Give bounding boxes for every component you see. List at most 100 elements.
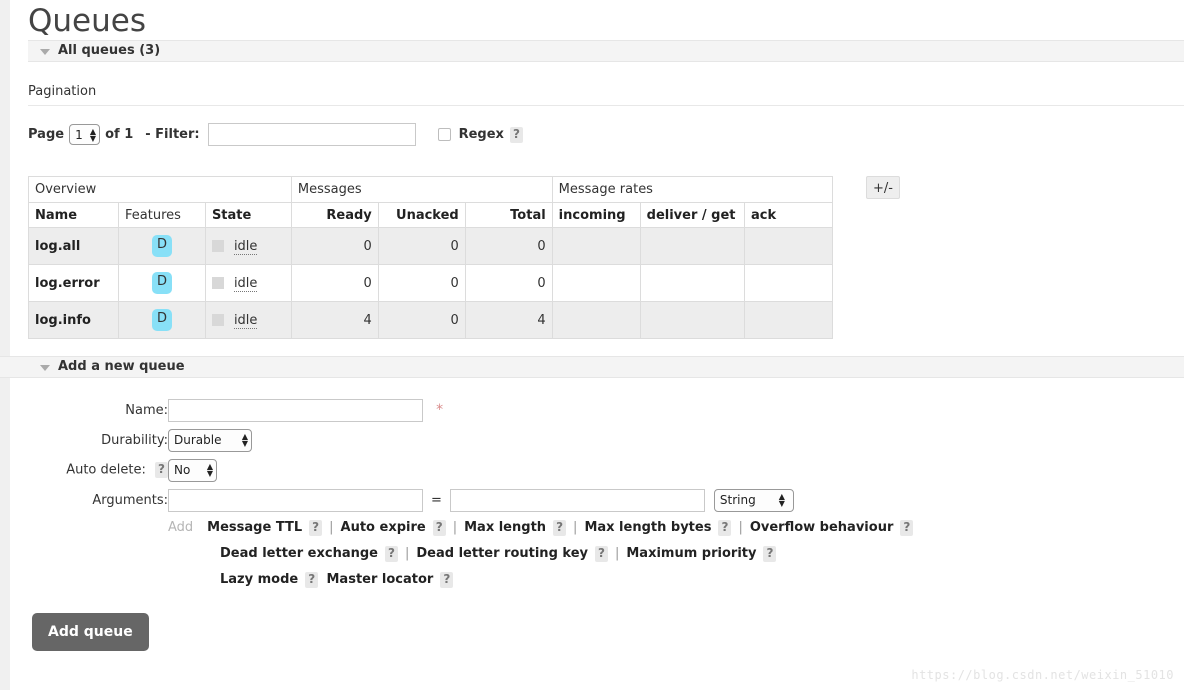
column-header-total[interactable]: Total	[464, 202, 553, 228]
auto-delete-select[interactable]: NoYes	[168, 458, 217, 482]
group-header-overview: Overview	[28, 176, 292, 203]
cell-queue-name[interactable]: log.info	[28, 301, 119, 339]
page-select[interactable]: 1	[69, 124, 101, 145]
argument-preset-link[interactable]: Dead letter exchange	[220, 546, 378, 561]
filter-input[interactable]	[207, 123, 416, 146]
toggle-columns-button[interactable]: +/-	[866, 176, 900, 199]
regex-label: Regex	[458, 127, 504, 142]
name-field-label: Name:	[125, 402, 168, 418]
argument-preset-link[interactable]: Dead letter routing key	[416, 546, 588, 561]
argument-preset-link[interactable]: Maximum priority	[626, 546, 756, 561]
page-of-label: of 1	[105, 127, 134, 142]
durable-badge-icon: D	[151, 309, 172, 331]
column-header-name[interactable]: Name	[28, 202, 119, 228]
queues-table-group-header-row: Overview Messages Message rates	[28, 176, 834, 203]
table-row[interactable]: log.info Didle 4 0 4	[28, 301, 834, 339]
name-required-marker: *	[436, 401, 444, 418]
watermark-text: https://blog.csdn.net/weixin_51010	[911, 668, 1174, 682]
add-queue-form: Name: * Durability: DurableTransient ▲▼	[28, 378, 1184, 651]
column-header-unacked[interactable]: Unacked	[377, 202, 466, 228]
add-argument-label: Add	[168, 520, 194, 535]
state-indicator-icon	[211, 314, 224, 326]
column-header-ack[interactable]: ack	[743, 202, 834, 228]
argument-preset-row: Dead letter exchange? | Dead letter routin…	[168, 541, 913, 567]
argument-preset-help-icon[interactable]: ?	[594, 545, 608, 562]
cell-state: idle	[204, 301, 292, 339]
pagination-block: Pagination Page 1 ▲ ▼ of 1 - Filter: Rege…	[28, 62, 1184, 146]
cell-ready: 0	[290, 227, 379, 265]
group-header-messages: Messages	[290, 176, 553, 203]
argument-preset-link[interactable]: Master locator	[327, 572, 434, 587]
preset-spacer	[318, 572, 326, 587]
form-row-auto-delete: Auto delete: ? NoYes ▲▼	[28, 455, 913, 485]
argument-preset-help-icon[interactable]: ?	[384, 545, 398, 562]
argument-preset-link[interactable]: Overflow behaviour	[750, 520, 894, 535]
column-header-deliver-get[interactable]: deliver / get	[639, 202, 745, 228]
pagination-controls: Page 1 ▲ ▼ of 1 - Filter: Regex ?	[28, 106, 1184, 146]
durable-badge-icon: D	[151, 272, 172, 294]
column-header-state[interactable]: State	[204, 202, 292, 228]
argument-preset-help-icon[interactable]: ?	[718, 519, 732, 536]
cell-queue-name[interactable]: log.all	[28, 227, 119, 265]
regex-control[interactable]: Regex ?	[437, 126, 523, 143]
argument-preset-help-icon[interactable]: ?	[305, 571, 319, 588]
column-header-incoming[interactable]: incoming	[551, 202, 641, 228]
collapse-triangle-icon-2[interactable]	[40, 364, 50, 371]
argument-preset-link[interactable]: Lazy mode	[220, 572, 298, 587]
argument-type-select[interactable]: StringNumberBooleanList	[713, 488, 794, 512]
name-field-cell: *	[168, 395, 913, 425]
durability-select[interactable]: DurableTransient	[168, 428, 252, 452]
group-header-message-rates: Message rates	[551, 176, 834, 203]
cell-unacked: 0	[377, 264, 466, 302]
argument-preset-help-icon[interactable]: ?	[553, 519, 567, 536]
add-queue-block: Add a new queue Name: * Durability: Dura…	[0, 339, 1184, 651]
column-header-ready[interactable]: Ready	[290, 202, 379, 228]
preset-separator: |	[738, 520, 743, 535]
pagination-label: Pagination	[28, 84, 97, 99]
queue-name-input[interactable]	[168, 398, 423, 422]
page-word-label: Page	[28, 127, 65, 142]
argument-preset-link[interactable]: Message TTL	[207, 520, 302, 535]
argument-presets: Add Message TTL? | Auto expire? | Max length?…	[168, 515, 914, 593]
argument-preset-help-icon[interactable]: ?	[309, 519, 323, 536]
form-row-name: Name: *	[28, 395, 913, 425]
form-row-presets: Add Message TTL? | Auto expire? | Max length?…	[28, 515, 914, 593]
argument-key-input[interactable]	[168, 488, 423, 512]
argument-preset-help-icon[interactable]: ?	[440, 571, 454, 588]
add-queue-button[interactable]: Add queue	[32, 613, 149, 651]
cell-total: 0	[464, 227, 553, 265]
argument-preset-link[interactable]: Max length bytes	[584, 520, 711, 535]
regex-help-icon[interactable]: ?	[509, 126, 523, 143]
auto-delete-select-wrapper: NoYes ▲▼	[168, 458, 222, 482]
cell-ack	[743, 301, 834, 339]
collapse-triangle-icon[interactable]	[40, 48, 50, 55]
table-row[interactable]: log.all Didle 0 0 0	[28, 227, 834, 265]
table-row[interactable]: log.error Didle 0 0 0	[28, 264, 834, 302]
cell-features: D	[118, 301, 206, 339]
regex-checkbox[interactable]	[437, 128, 451, 141]
page-root: Queues All queues (3) Pagination Page 1 …	[0, 0, 1184, 690]
argument-preset-link[interactable]: Max length	[464, 520, 546, 535]
auto-delete-field-label-cell: Auto delete: ?	[28, 455, 168, 485]
cell-deliver-get	[639, 227, 745, 265]
durability-select-wrapper: DurableTransient ▲▼	[168, 428, 257, 452]
auto-delete-help-icon[interactable]: ?	[155, 462, 168, 478]
argument-preset-help-icon[interactable]: ?	[432, 519, 446, 536]
cell-unacked: 0	[377, 301, 466, 339]
preset-separator: |	[329, 520, 334, 535]
all-queues-section-header[interactable]: All queues (3)	[28, 40, 1184, 62]
cell-ready: 0	[290, 264, 379, 302]
form-row-durability: Durability: DurableTransient ▲▼	[28, 425, 913, 455]
add-queue-section-header[interactable]: Add a new queue	[0, 356, 1184, 378]
page-select-wrapper: 1 ▲ ▼	[64, 124, 105, 145]
argument-value-input[interactable]	[449, 488, 705, 512]
all-queues-header-label: All queues (3)	[58, 43, 161, 58]
cell-state: idle	[204, 227, 292, 265]
argument-preset-help-icon[interactable]: ?	[763, 545, 777, 562]
page-title: Queues	[28, 3, 146, 39]
argument-preset-link[interactable]: Auto expire	[341, 520, 426, 535]
cell-queue-name[interactable]: log.error	[28, 264, 119, 302]
state-indicator-icon	[211, 240, 224, 252]
preset-separator: |	[452, 520, 458, 535]
argument-preset-help-icon[interactable]: ?	[900, 519, 914, 536]
